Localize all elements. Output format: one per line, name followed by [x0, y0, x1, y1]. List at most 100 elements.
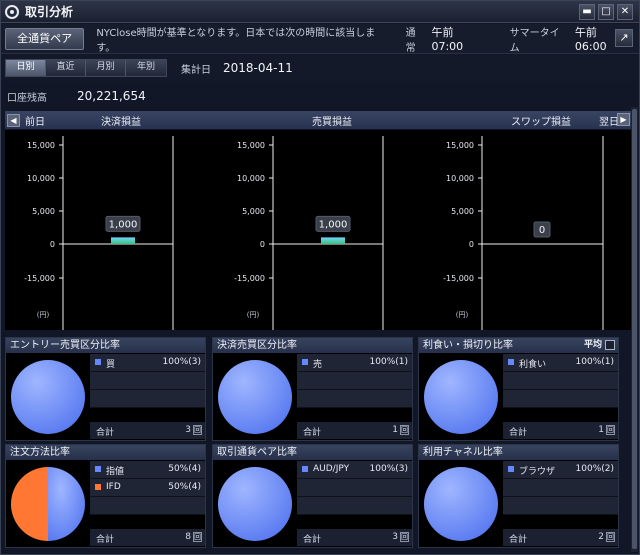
data-label: 1,000 [319, 219, 348, 230]
window-controls: ▬ □ ✕ [579, 4, 633, 20]
total-label: 合計 [96, 428, 115, 438]
regular-time-label: 通常 [405, 27, 416, 54]
total-label: 合計 [509, 428, 528, 438]
panel-title: 利食い・損切り比率 平均 [419, 338, 618, 353]
y-tick-label: 0 [50, 240, 55, 249]
legend-row: AUD/JPY 100%(3) [297, 461, 412, 479]
y-tick-label: 10,000 [237, 174, 265, 183]
legend-swatch [302, 359, 308, 365]
legend-row [503, 497, 618, 515]
total-row: 合計 2 回 [503, 529, 618, 546]
total-label: 合計 [509, 535, 528, 545]
minimize-icon[interactable]: ▬ [579, 4, 595, 20]
chart-title-trading: 売買損益 [312, 117, 352, 128]
next-day-link[interactable]: 翌日 [599, 113, 619, 128]
pie-chart [424, 467, 498, 541]
pl-charts-svg: 15,000 10,000 5,000 0 -15,000 (円) 1,000 15,000 1… [24, 136, 604, 330]
currency-pair-button[interactable]: 全通貨ペア [5, 27, 85, 50]
legend-row [297, 372, 412, 390]
pie-slice [11, 360, 85, 434]
pie-slice [218, 360, 292, 434]
legend-rows: ブラウザ 100%(2) [503, 461, 618, 515]
tab-daily[interactable]: 日別 [6, 60, 46, 76]
entry-side-ratio-panel: エントリー売買区分比率買 100%(3) 合計 3 回 [5, 337, 206, 441]
account-balance-label: 口座残高 [7, 92, 47, 104]
total-row: 合計 3 回 [297, 529, 412, 546]
legend-label: 指値 [106, 467, 125, 477]
pie-chart [11, 360, 85, 434]
y-tick-label: 15,000 [27, 141, 55, 150]
pie-slice [424, 360, 498, 434]
y-tick-label: 0 [260, 240, 265, 249]
y-tick-label: 5,000 [242, 207, 265, 216]
total-value: 1 [598, 425, 604, 435]
legend-row [90, 497, 205, 515]
period-tabs: 日別 直近 月別 年別 [5, 59, 167, 77]
pie-chart [424, 360, 498, 434]
title-bar[interactable]: 取引分析 ▬ □ ✕ [1, 1, 639, 23]
y-tick-label: 5,000 [32, 207, 55, 216]
close-icon[interactable]: ✕ [617, 4, 633, 20]
legend-value: 50%(4) [168, 464, 201, 474]
summer-time-label: サマータイム [509, 27, 560, 54]
legend-rows: 指値 50%(4) IFD 50%(4) [90, 461, 205, 515]
data-label: 1,000 [109, 219, 138, 230]
panel-title-text: 利用チャネル比率 [423, 447, 503, 458]
legend-value: 100%(3) [369, 464, 408, 474]
legend-row: IFD 50%(4) [90, 479, 205, 497]
next-day-icon[interactable]: ▶ [617, 113, 630, 126]
vertical-scrollbar[interactable] [631, 107, 638, 552]
legend-swatch [95, 484, 101, 490]
tab-recent[interactable]: 直近 [46, 60, 86, 76]
total-value: 2 [598, 532, 604, 542]
tab-yearly[interactable]: 年別 [126, 60, 166, 76]
legend-rows: 売 100%(1) [297, 354, 412, 408]
panel-title-text: 取引通貨ペア比率 [217, 447, 297, 458]
prev-day-link[interactable]: 前日 [25, 113, 45, 128]
maximize-icon[interactable]: □ [598, 4, 614, 20]
y-tick-label: 10,000 [446, 174, 474, 183]
window-title: 取引分析 [25, 5, 74, 19]
y-tick-label: 5,000 [451, 207, 474, 216]
data-label: 0 [539, 225, 545, 236]
total-row: 合計 1 回 [297, 422, 412, 439]
order-method-ratio-panel: 注文方法比率 指値 50%(4) IFD 50%(4) 合計 8 回 [5, 444, 206, 548]
chart-title-settlement: 決済損益 [101, 117, 141, 128]
legend-label: 買 [106, 360, 116, 370]
legend-value: 100%(3) [162, 357, 201, 367]
legend-rows: 買 100%(3) [90, 354, 205, 408]
legend-value: 100%(2) [575, 464, 614, 474]
channel-ratio-panel: 利用チャネル比率ブラウザ 100%(2) 合計 2 回 [418, 444, 619, 548]
average-checkbox[interactable] [605, 340, 615, 350]
legend-row [503, 372, 618, 390]
pl-bar [111, 237, 135, 244]
panel-title-text: 利食い・損切り比率 [423, 340, 513, 351]
scrollbar-thumb[interactable] [632, 109, 637, 549]
y-tick-label: -15,000 [234, 274, 265, 283]
total-unit: 回 [400, 425, 409, 435]
legend-label: ブラウザ [519, 467, 556, 477]
legend-swatch [508, 466, 514, 472]
legend-rows: 利食い 100%(1) [503, 354, 618, 408]
total-unit: 回 [606, 532, 615, 542]
prev-day-icon[interactable]: ◀ [7, 113, 20, 127]
legend-row [503, 390, 618, 408]
popout-icon[interactable]: ↗ [615, 29, 633, 47]
tab-monthly[interactable]: 月別 [86, 60, 126, 76]
legend-row [297, 390, 412, 408]
pie-slice [218, 467, 292, 541]
total-value: 3 [392, 532, 398, 542]
y-tick-label: 10,000 [27, 174, 55, 183]
legend-value: 50%(4) [168, 482, 201, 492]
nyclose-note: NYClose時間が基準となります。日本では次の時間に該当します。 [96, 27, 376, 54]
panel-title: 決済売買区分比率 [213, 338, 412, 353]
y-tick-label: -15,000 [443, 274, 474, 283]
legend-row: 指値 50%(4) [90, 461, 205, 479]
legend-swatch [95, 359, 101, 365]
legend-label: 利食い [519, 360, 547, 370]
toolbar: 全通貨ペア NYClose時間が基準となります。日本では次の時間に該当します。 … [1, 24, 639, 54]
legend-label: IFD [106, 482, 121, 492]
y-unit-label: (円) [456, 311, 469, 319]
y-tick-label: 0 [469, 240, 474, 249]
total-unit: 回 [400, 532, 409, 542]
